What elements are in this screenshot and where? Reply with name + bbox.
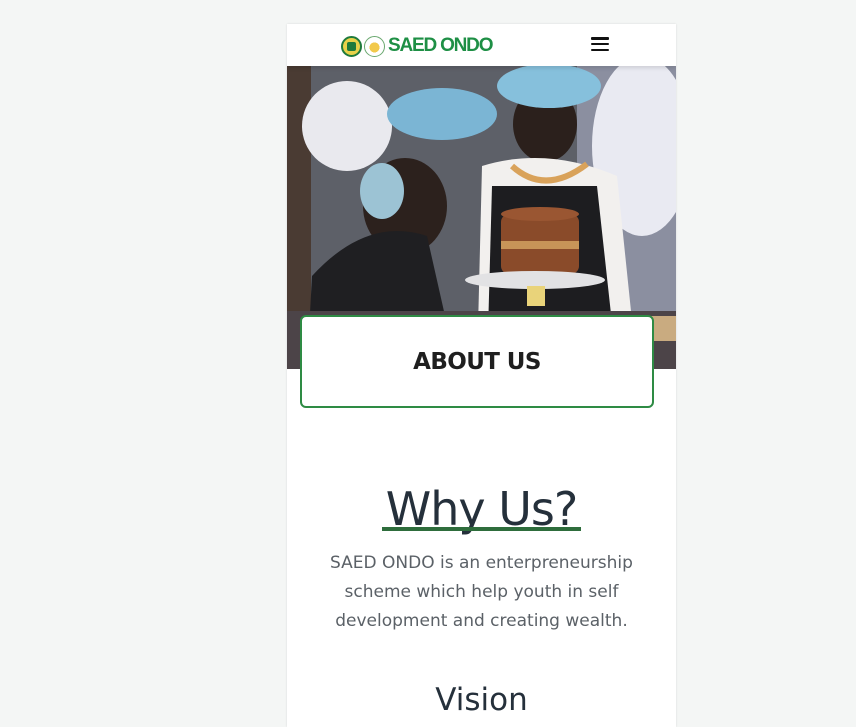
brand-name: SAED ONDO bbox=[388, 35, 493, 56]
hamburger-menu-icon[interactable] bbox=[591, 35, 609, 53]
why-us-heading: Why Us? bbox=[381, 479, 582, 539]
mobile-viewport: SAED ONDO ABOUT US Why Us? SAED ONDO is … bbox=[287, 24, 676, 727]
saed-logo-icon bbox=[364, 35, 385, 57]
about-us-title: ABOUT US bbox=[413, 348, 541, 375]
why-us-description: SAED ONDO is an enterpreneurship scheme … bbox=[330, 553, 633, 631]
why-us-underline bbox=[381, 527, 582, 531]
about-us-card[interactable]: ABOUT US bbox=[300, 315, 654, 408]
nysc-emblem-icon bbox=[341, 35, 362, 57]
brand-link[interactable]: SAED ONDO bbox=[341, 33, 493, 59]
vision-heading: Vision bbox=[435, 682, 528, 718]
top-navbar: SAED ONDO bbox=[287, 24, 676, 66]
why-us-section: Why Us? bbox=[287, 479, 676, 539]
